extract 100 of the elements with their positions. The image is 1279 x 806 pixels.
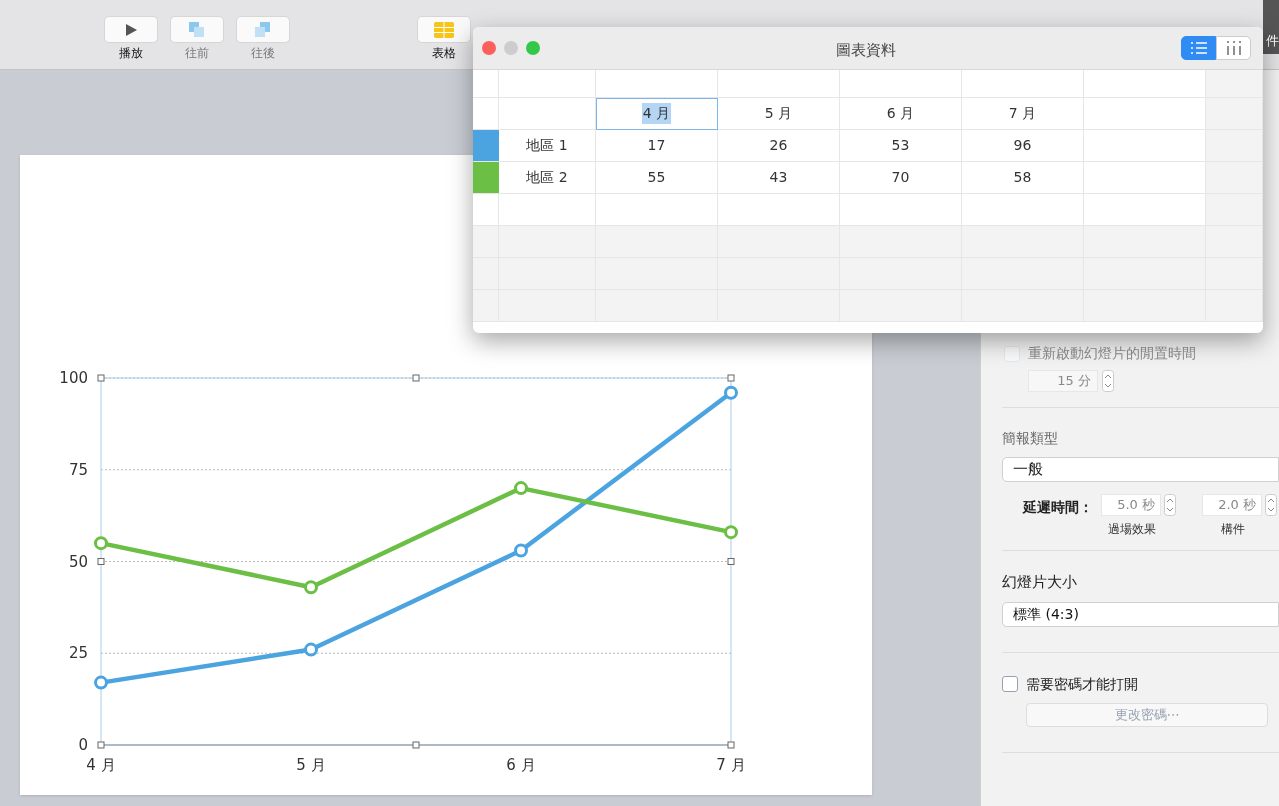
- table-cell[interactable]: [499, 70, 596, 98]
- close-button[interactable]: [482, 41, 496, 55]
- table-cell[interactable]: [596, 70, 718, 98]
- table-cell[interactable]: 55: [596, 162, 718, 194]
- table-cell[interactable]: [473, 70, 499, 98]
- table-cell[interactable]: [1206, 226, 1263, 258]
- table-cell[interactable]: [840, 226, 962, 258]
- selection-handle[interactable]: [97, 558, 105, 565]
- column-header[interactable]: 5 月: [718, 98, 840, 130]
- data-point: [514, 481, 528, 496]
- seconds-field[interactable]: 5.0 秒: [1101, 494, 1161, 516]
- selection-handle[interactable]: [412, 741, 420, 749]
- table-cell[interactable]: 43: [718, 162, 840, 194]
- table-cell[interactable]: [1206, 70, 1263, 98]
- table-cell[interactable]: [1206, 130, 1263, 162]
- table-cell[interactable]: [473, 226, 499, 258]
- table-cell[interactable]: [473, 98, 499, 130]
- data-point: [304, 580, 318, 595]
- table-cell[interactable]: [596, 290, 718, 322]
- table-cell[interactable]: [840, 70, 962, 98]
- toolbar-label: 表格: [432, 46, 456, 60]
- data-point: [514, 543, 528, 558]
- y-tick-label: 0: [78, 736, 88, 754]
- table-cell[interactable]: [473, 258, 499, 290]
- table-cell[interactable]: [499, 290, 596, 322]
- table-cell[interactable]: [962, 226, 1084, 258]
- data-point: [304, 642, 318, 657]
- table-cell[interactable]: 26: [718, 130, 840, 162]
- table-cell[interactable]: [1084, 194, 1206, 226]
- table-cell[interactable]: 70: [840, 162, 962, 194]
- table-cell[interactable]: 53: [840, 130, 962, 162]
- x-tick-label: 7 月: [716, 756, 746, 774]
- table-cell[interactable]: [718, 70, 840, 98]
- section-label: 幻燈片大小: [1002, 572, 1078, 593]
- field-caption: 構件: [1220, 521, 1245, 538]
- selection-handle[interactable]: [97, 741, 105, 749]
- checkbox[interactable]: [1002, 676, 1018, 692]
- stepper-icon[interactable]: [1164, 494, 1176, 516]
- column-header[interactable]: 4 月: [596, 98, 718, 130]
- table-cell[interactable]: [840, 290, 962, 322]
- stepper-icon[interactable]: [1265, 494, 1277, 516]
- table-cell[interactable]: [718, 226, 840, 258]
- y-tick-label: 25: [68, 644, 88, 663]
- view-toggle[interactable]: [1216, 36, 1251, 60]
- table-cell[interactable]: [1206, 258, 1263, 290]
- table-cell[interactable]: [1206, 194, 1263, 226]
- minimize-button[interactable]: [504, 41, 518, 55]
- columns-icon: [1225, 41, 1242, 55]
- stepper-icon[interactable]: [1102, 370, 1114, 392]
- table-cell[interactable]: [962, 70, 1084, 98]
- toolbar-button[interactable]: 件: [1263, 0, 1279, 54]
- data-point: [724, 385, 738, 400]
- table-cell[interactable]: [1084, 162, 1206, 194]
- table-cell[interactable]: [499, 226, 596, 258]
- zoom-button[interactable]: [526, 41, 540, 55]
- data-point: [94, 675, 108, 690]
- view-toggle[interactable]: [1181, 36, 1216, 60]
- table-icon: [434, 21, 454, 38]
- seconds-field[interactable]: 2.0 秒: [1202, 494, 1262, 516]
- toolbar-label: 播放: [119, 46, 143, 60]
- column-header[interactable]: 6 月: [840, 98, 962, 130]
- size-select[interactable]: 標準 (4:3): [1002, 601, 1279, 627]
- selection-handle[interactable]: [727, 558, 735, 565]
- type-select[interactable]: 一般: [1002, 457, 1279, 482]
- table-cell[interactable]: [499, 98, 596, 130]
- table-cell[interactable]: [718, 194, 840, 226]
- selection-handle[interactable]: [97, 374, 105, 382]
- table-cell[interactable]: [1084, 226, 1206, 258]
- table-cell[interactable]: [473, 290, 499, 322]
- column-header[interactable]: 7 月: [962, 98, 1084, 130]
- layers-icon: [254, 20, 272, 39]
- table-cell[interactable]: [1084, 290, 1206, 322]
- table-cell[interactable]: [962, 194, 1084, 226]
- table-cell[interactable]: [499, 194, 596, 226]
- table-cell[interactable]: [1206, 162, 1263, 194]
- table-cell[interactable]: [1084, 70, 1206, 98]
- table-cell[interactable]: [1084, 130, 1206, 162]
- layers-icon: [188, 20, 206, 39]
- toolbar-button[interactable]: [104, 16, 158, 43]
- table-cell[interactable]: [1084, 98, 1206, 130]
- y-tick-label: 50: [68, 552, 88, 571]
- rows-icon: [1190, 42, 1207, 54]
- table-cell[interactable]: [962, 290, 1084, 322]
- table-cell[interactable]: [840, 194, 962, 226]
- table-cell[interactable]: 58: [962, 162, 1084, 194]
- minutes-field[interactable]: 15 分: [1028, 370, 1098, 392]
- table-cell[interactable]: [596, 226, 718, 258]
- table-cell[interactable]: [473, 194, 499, 226]
- table-cell[interactable]: [1206, 290, 1263, 322]
- table-cell[interactable]: [596, 194, 718, 226]
- selection-handle[interactable]: [727, 741, 735, 749]
- delay-label: 延遲時間：: [1023, 498, 1093, 517]
- table-cell[interactable]: [1206, 98, 1263, 130]
- table-cell[interactable]: 96: [962, 130, 1084, 162]
- row-header[interactable]: 地區 1: [499, 130, 596, 162]
- row-header[interactable]: 地區 2: [499, 162, 596, 194]
- table-cell[interactable]: 17: [596, 130, 718, 162]
- selection-handle[interactable]: [727, 374, 735, 382]
- table-cell[interactable]: [718, 290, 840, 322]
- selection-handle[interactable]: [412, 374, 420, 382]
